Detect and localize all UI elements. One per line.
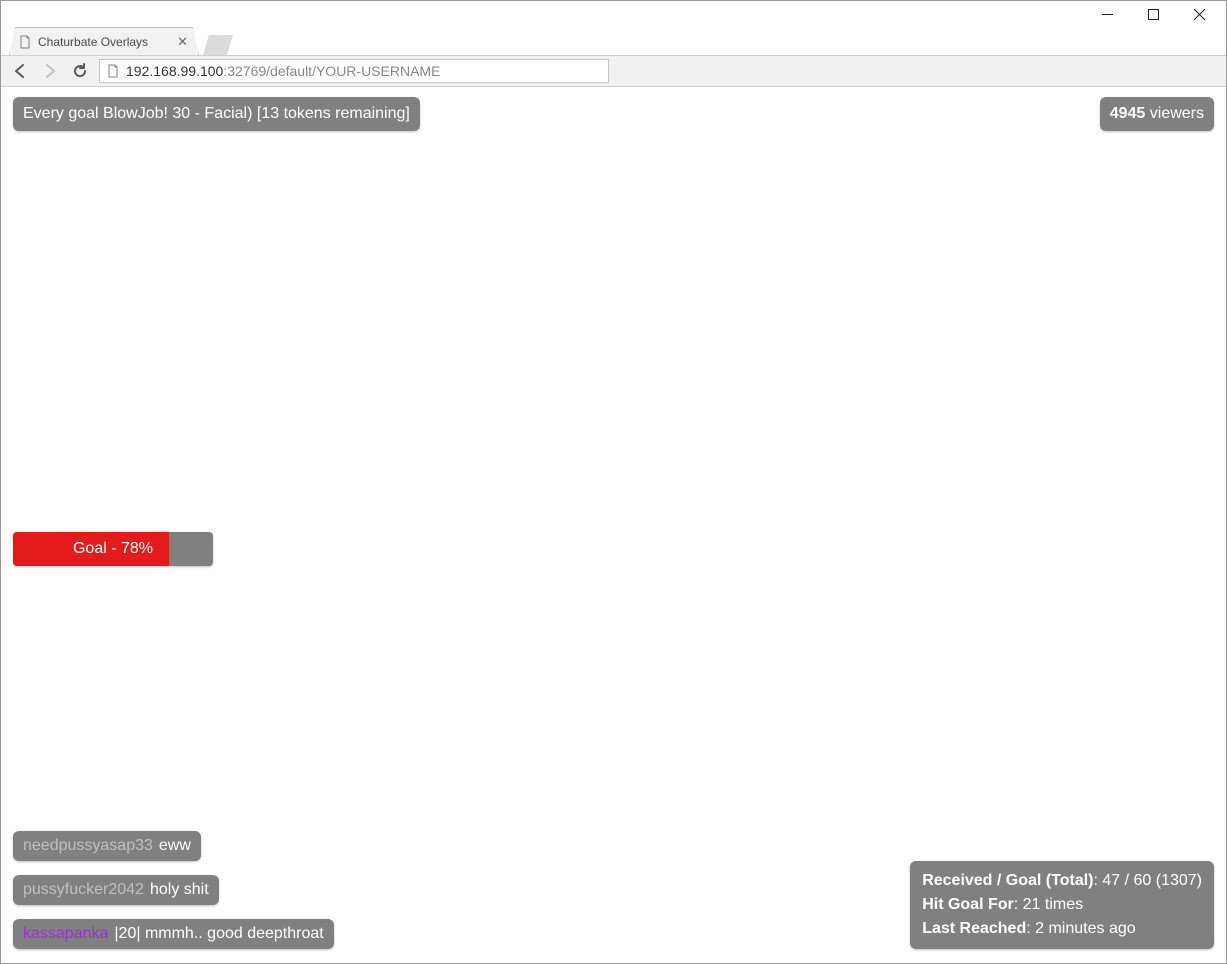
page-icon	[106, 64, 120, 78]
new-tab-button[interactable]	[203, 35, 233, 55]
goal-progress-fill	[13, 532, 169, 566]
reload-button[interactable]	[69, 60, 91, 82]
viewer-suffix: viewers	[1145, 105, 1204, 122]
chat-message: kassapanka |20| mmmh.. good deepthroat	[13, 919, 334, 949]
url-host: 192.168.99.100	[126, 63, 223, 79]
window-minimize-button[interactable]	[1084, 1, 1130, 27]
viewer-count: 4945	[1110, 105, 1146, 122]
page-content: Every goal BlowJob! 30 - Facial) [13 tok…	[1, 87, 1226, 963]
chat-text: eww	[159, 837, 191, 855]
viewer-count-overlay: 4945 viewers	[1100, 97, 1214, 131]
stats-received-value: : 47 / 60 (1307)	[1093, 872, 1202, 889]
url-bar[interactable]: 192.168.99.100:32769/default/YOUR-USERNA…	[99, 59, 609, 83]
tab-close-icon[interactable]: ✕	[167, 34, 188, 50]
stats-row: Hit Goal For: 21 times	[922, 893, 1202, 917]
browser-tab-active[interactable]: Chaturbate Overlays ✕	[9, 27, 199, 55]
page-icon	[18, 35, 32, 49]
window-controls	[1084, 1, 1222, 27]
goal-progress-bar: Goal - 78%	[13, 532, 213, 566]
url-path: :32769/default/YOUR-USERNAME	[223, 63, 440, 79]
chat-username: needpussyasap33	[23, 837, 153, 855]
browser-toolbar: 192.168.99.100:32769/default/YOUR-USERNA…	[1, 55, 1226, 87]
tab-title: Chaturbate Overlays	[38, 35, 148, 49]
stats-row: Last Reached: 2 minutes ago	[922, 917, 1202, 941]
stats-received-label: Received / Goal (Total)	[922, 872, 1093, 889]
goal-stats-overlay: Received / Goal (Total): 47 / 60 (1307) …	[910, 861, 1214, 949]
stats-hit-label: Hit Goal For	[922, 896, 1014, 913]
chat-message: pussyfucker2042 holy shit	[13, 875, 219, 905]
chat-username: pussyfucker2042	[23, 881, 144, 899]
stats-reached-value: : 2 minutes ago	[1026, 920, 1135, 937]
window-titlebar	[1, 1, 1226, 27]
chat-username: kassapanka	[23, 925, 108, 943]
window-close-button[interactable]	[1176, 1, 1222, 27]
browser-tab-strip: Chaturbate Overlays ✕	[1, 27, 1226, 55]
stats-row: Received / Goal (Total): 47 / 60 (1307)	[922, 869, 1202, 893]
chat-overlay-stack: needpussyasap33 eww pussyfucker2042 holy sh…	[13, 831, 334, 949]
stats-hit-value: : 21 times	[1014, 896, 1083, 913]
window-maximize-button[interactable]	[1130, 1, 1176, 27]
stats-reached-label: Last Reached	[922, 920, 1026, 937]
back-button[interactable]	[9, 60, 31, 82]
room-status-overlay: Every goal BlowJob! 30 - Facial) [13 tok…	[13, 97, 420, 131]
forward-button[interactable]	[39, 60, 61, 82]
chat-message: needpussyasap33 eww	[13, 831, 201, 861]
chat-text: holy shit	[150, 881, 209, 899]
chat-text: |20| mmmh.. good deepthroat	[114, 925, 323, 943]
